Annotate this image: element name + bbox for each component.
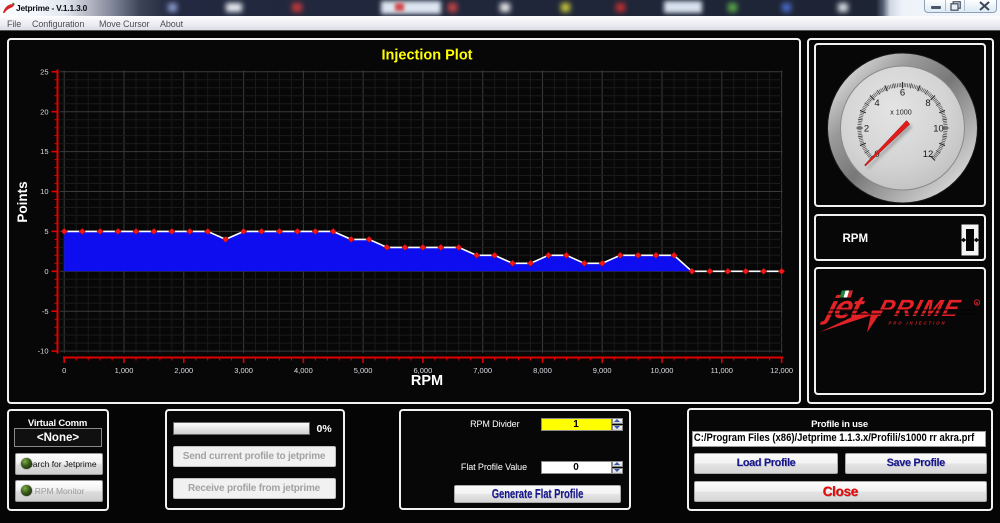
svg-text:-5: -5 <box>42 306 49 315</box>
svg-text:RPM: RPM <box>411 373 443 389</box>
svg-text:5: 5 <box>44 227 48 236</box>
svg-text:12: 12 <box>922 149 933 160</box>
svg-text:8,000: 8,000 <box>533 366 552 375</box>
svg-text:6: 6 <box>899 87 904 98</box>
svg-text:x 1000: x 1000 <box>890 108 912 117</box>
svg-text:10,000: 10,000 <box>651 366 674 375</box>
svg-text:8: 8 <box>925 98 930 109</box>
svg-text:15: 15 <box>40 147 48 156</box>
svg-text:2: 2 <box>863 123 868 134</box>
svg-text:4: 4 <box>874 98 879 109</box>
svg-text:Points: Points <box>15 181 30 222</box>
svg-text:Injection Plot: Injection Plot <box>381 47 472 63</box>
svg-text:12,000: 12,000 <box>770 366 793 375</box>
svg-text:25: 25 <box>40 67 48 76</box>
svg-text:5,000: 5,000 <box>354 366 373 375</box>
svg-text:PRIME: PRIME <box>874 295 963 321</box>
svg-text:7,000: 7,000 <box>473 366 492 375</box>
svg-text:0: 0 <box>44 266 48 275</box>
svg-text:10: 10 <box>933 123 944 134</box>
svg-text:-10: -10 <box>38 346 49 355</box>
svg-text:PRO INJECTION: PRO INJECTION <box>887 321 946 326</box>
svg-text:2,000: 2,000 <box>174 366 193 375</box>
svg-text:20: 20 <box>40 107 48 116</box>
svg-text:9,000: 9,000 <box>593 366 612 375</box>
svg-text:11,000: 11,000 <box>711 366 733 375</box>
svg-text:4,000: 4,000 <box>294 366 313 375</box>
svg-text:3,000: 3,000 <box>234 366 253 375</box>
svg-text:1,000: 1,000 <box>115 366 134 375</box>
svg-text:10: 10 <box>40 187 48 196</box>
svg-text:R: R <box>975 301 978 305</box>
svg-text:0: 0 <box>62 366 66 375</box>
